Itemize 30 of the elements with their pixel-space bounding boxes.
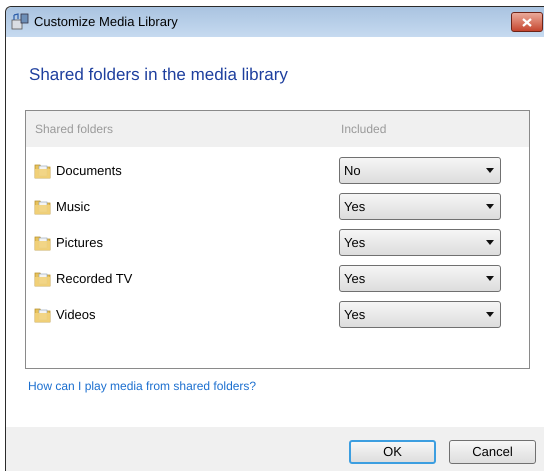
dropdown-arrow-icon [486,168,494,173]
column-header: Included [341,120,386,138]
folder-name: Recorded TV [56,270,132,288]
folder-icon [34,306,52,324]
media-library-icon [11,13,29,31]
folder-name: Videos [56,306,96,324]
folder-icon [34,234,52,252]
included-dropdown[interactable]: Yes [339,265,501,292]
dropdown-arrow-icon [486,276,494,281]
window-title: Customize Media Library [34,13,178,32]
folder-icon [34,270,52,288]
folder-name: Pictures [56,234,103,252]
help-link[interactable]: How can I play media from shared folders? [28,376,256,394]
dialog-heading: Shared folders in the media library [29,64,289,86]
dropdown-arrow-icon [486,312,494,317]
folder-icon [34,198,52,216]
folder-icon [34,162,52,180]
included-dropdown[interactable]: Yes [339,193,501,220]
included-dropdown[interactable]: No [339,157,501,184]
included-dropdown[interactable]: Yes [339,229,501,256]
included-dropdown[interactable]: Yes [339,301,501,328]
dropdown-arrow-icon [486,240,494,245]
close-button[interactable] [511,12,543,32]
folder-name: Music [56,198,90,216]
dropdown-arrow-icon [486,204,494,209]
column-header: Shared folders [35,120,114,138]
ok-button[interactable]: OK [349,440,436,464]
folder-name: Documents [56,162,122,180]
close-icon [522,18,532,26]
cancel-button[interactable]: Cancel [449,440,536,464]
